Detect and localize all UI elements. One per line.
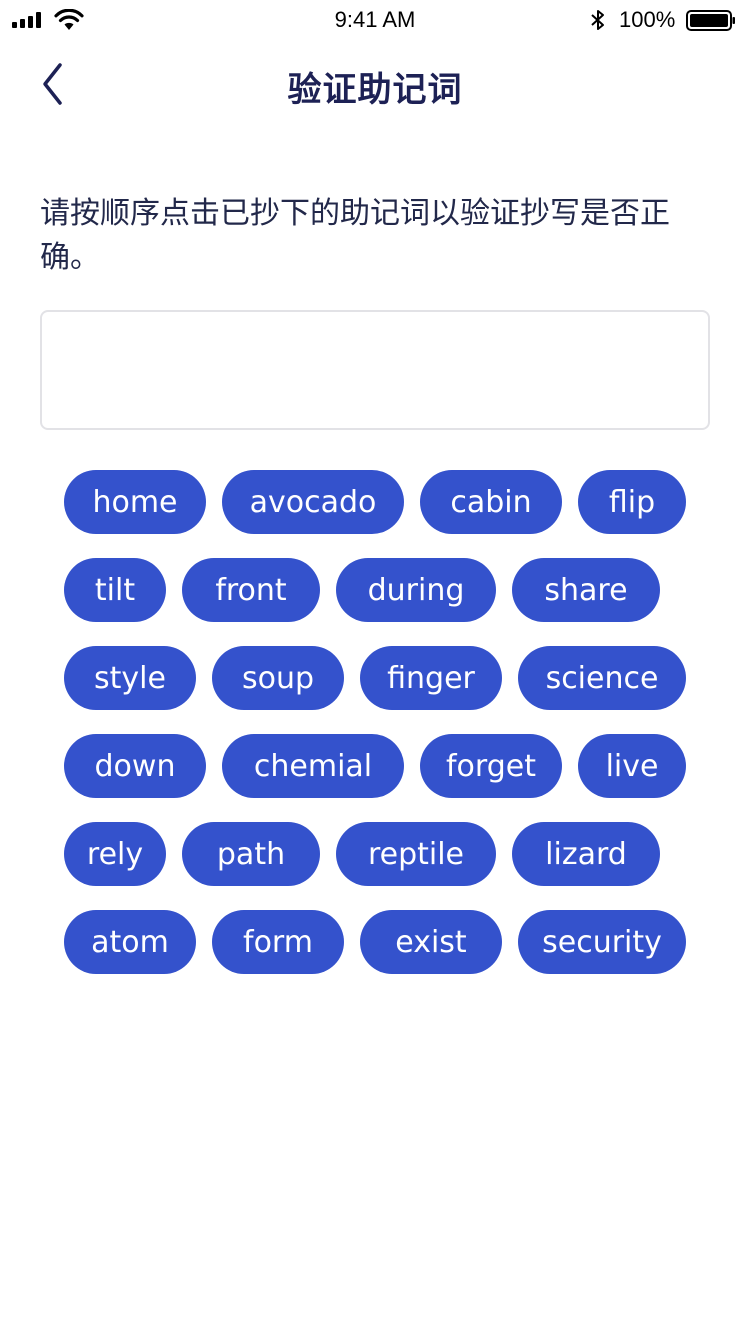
word-chip[interactable]: style (64, 646, 196, 710)
battery-percentage: 100% (619, 7, 676, 32)
word-chip[interactable]: flip (578, 470, 686, 534)
word-chip[interactable]: atom (64, 910, 196, 974)
word-chip[interactable]: finger (360, 646, 502, 710)
word-chip[interactable]: rely (64, 822, 166, 886)
word-row: tilt front during share (64, 558, 704, 622)
word-chip[interactable]: avocado (222, 470, 404, 534)
selected-words-box[interactable] (40, 310, 710, 430)
status-bar: 9:41 AM 100% (0, 0, 750, 40)
word-chip[interactable]: tilt (64, 558, 166, 622)
word-chip[interactable]: exist (360, 910, 502, 974)
word-options-grid: home avocado cabin flip tilt front durin… (64, 470, 704, 998)
word-row: down chemial forget live (64, 734, 704, 798)
word-chip[interactable]: live (578, 734, 686, 798)
word-chip[interactable]: home (64, 470, 206, 534)
word-chip[interactable]: front (182, 558, 320, 622)
page-title: 验证助记词 (287, 70, 463, 110)
word-chip[interactable]: share (512, 558, 660, 622)
battery-icon (686, 10, 735, 31)
word-chip[interactable]: down (64, 734, 206, 798)
word-chip[interactable]: reptile (336, 822, 496, 886)
word-chip[interactable]: soup (212, 646, 344, 710)
screen: 9:41 AM 100% 验证助记词 请按顺序点击已抄下的助记词以验证抄写是否正… (0, 0, 750, 1334)
word-chip[interactable]: path (182, 822, 320, 886)
bluetooth-icon (591, 10, 604, 30)
word-chip[interactable]: chemial (222, 734, 404, 798)
word-chip[interactable]: science (518, 646, 686, 710)
word-chip[interactable]: lizard (512, 822, 660, 886)
word-row: rely path reptile lizard (64, 822, 704, 886)
instruction-text: 请按顺序点击已抄下的助记词以验证抄写是否正确。 (40, 196, 670, 275)
word-row: home avocado cabin flip (64, 470, 704, 534)
word-chip[interactable]: during (336, 558, 496, 622)
word-row: style soup finger science (64, 646, 704, 710)
word-chip[interactable]: security (518, 910, 686, 974)
word-chip[interactable]: cabin (420, 470, 562, 534)
word-chip[interactable]: forget (420, 734, 562, 798)
word-row: atom form exist security (64, 910, 704, 974)
word-chip[interactable]: form (212, 910, 344, 974)
